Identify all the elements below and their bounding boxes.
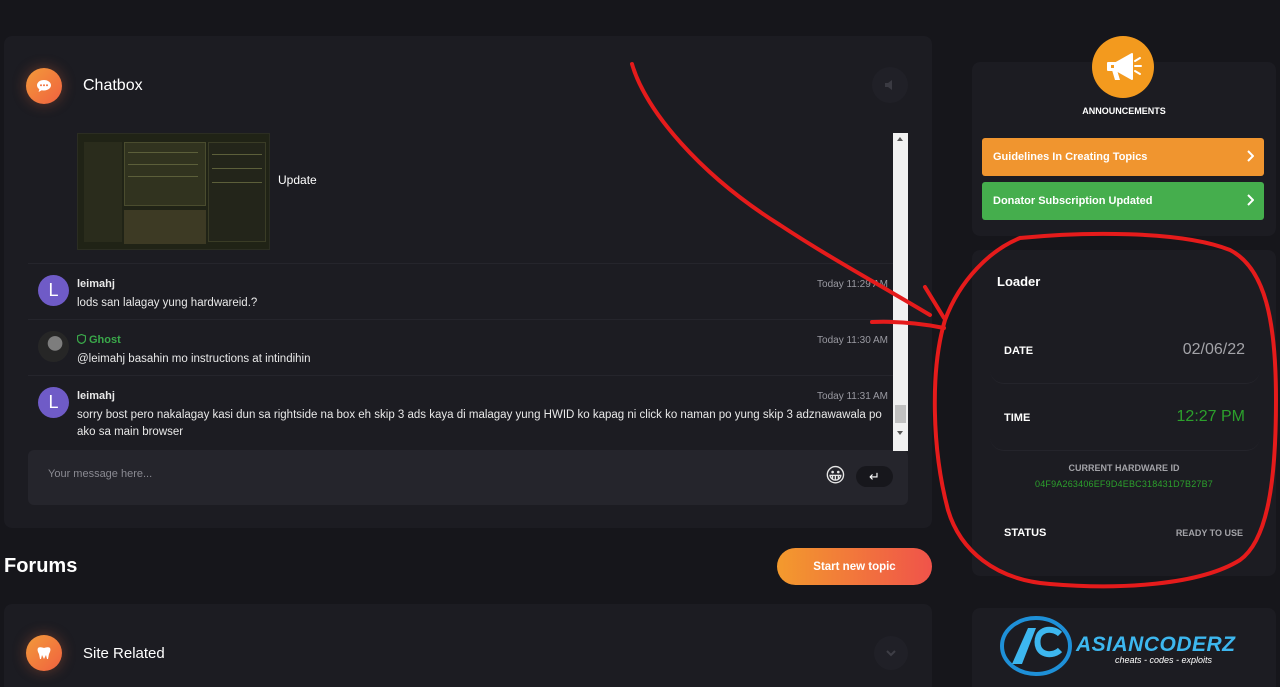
loader-title: Loader xyxy=(997,274,1041,289)
megaphone-icon xyxy=(1092,36,1154,98)
chevron-right-icon xyxy=(1247,150,1254,162)
date-row: DATE 02/06/22 xyxy=(990,318,1260,384)
message-text: @leimahj basahin mo instructions at inti… xyxy=(77,353,311,365)
chatbox-panel: Chatbox Update L leimahj Today 11:29 AM … xyxy=(4,36,932,528)
loader-panel: Loader DATE 02/06/22 TIME 12:27 PM CURRE… xyxy=(972,250,1276,576)
scroll-up-arrow-icon[interactable] xyxy=(897,137,903,141)
announcements-panel: ANNOUNCEMENTS Guidelines In Creating Top… xyxy=(972,36,1276,236)
avatar[interactable] xyxy=(38,331,69,362)
logo-tagline: cheats - codes - exploits xyxy=(1115,655,1213,665)
chat-messages[interactable]: Update L leimahj Today 11:29 AM lods san… xyxy=(28,133,908,451)
avatar[interactable]: L xyxy=(38,387,69,418)
send-button[interactable]: ↵ xyxy=(856,466,893,487)
status-value: READY TO USE xyxy=(1175,528,1243,538)
chat-scrollbar[interactable] xyxy=(893,133,908,451)
message-username[interactable]: leimahj xyxy=(77,278,115,290)
chat-input-bar: 😀 ↵ xyxy=(28,450,908,505)
forum-category-title[interactable]: Site Related xyxy=(83,645,165,662)
forums-heading: Forums xyxy=(4,555,78,577)
avatar[interactable]: L xyxy=(38,275,69,306)
hwid-value: 04F9A263406EF9D4EBC318431D7B27B7 xyxy=(1034,479,1214,489)
tooth-icon xyxy=(26,635,62,671)
time-row: TIME 12:27 PM xyxy=(990,385,1260,451)
chat-message-input[interactable] xyxy=(48,468,748,480)
chevron-down-icon xyxy=(886,649,896,656)
announcements-label: ANNOUNCEMENTS xyxy=(1082,106,1166,116)
start-new-topic-button[interactable]: Start new topic xyxy=(777,548,932,585)
status-label: STATUS xyxy=(1004,527,1047,539)
chevron-right-icon xyxy=(1247,194,1254,206)
chat-bubble-icon xyxy=(26,68,62,104)
chatbox-title: Chatbox xyxy=(83,77,143,94)
speaker-icon xyxy=(885,80,892,90)
collapse-toggle-button[interactable] xyxy=(874,636,908,670)
mute-sound-button[interactable] xyxy=(872,67,908,103)
chat-message: L leimahj Today 11:29 AM lods san lalaga… xyxy=(38,275,888,325)
asiancoderz-logo-icon xyxy=(1000,616,1072,676)
message-text: sorry bost pero nakalagay kasi dun sa ri… xyxy=(77,409,882,438)
announcement-link[interactable]: Guidelines In Creating Topics xyxy=(982,138,1264,176)
message-text: lods san lalagay yung hardwareid.? xyxy=(77,297,258,309)
scroll-down-arrow-icon[interactable] xyxy=(897,431,903,435)
announcement-label: Donator Subscription Updated xyxy=(993,195,1153,207)
chatbox-header: Chatbox xyxy=(26,68,143,104)
message-username[interactable]: Ghost xyxy=(76,333,121,346)
shared-image[interactable] xyxy=(77,133,270,250)
shield-icon xyxy=(76,333,87,345)
chat-message: Ghost Today 11:30 AM @leimahj basahin mo… xyxy=(38,331,888,381)
hwid-label: CURRENT HARDWARE ID xyxy=(1068,463,1180,473)
date-label: DATE xyxy=(1004,345,1034,357)
time-label: TIME xyxy=(1004,412,1031,424)
chat-message: L leimahj Today 11:31 AM sorry bost pero… xyxy=(38,387,888,447)
announcement-link[interactable]: Donator Subscription Updated xyxy=(982,182,1264,220)
divider xyxy=(28,375,894,376)
forum-category-header[interactable]: Site Related xyxy=(26,635,165,671)
date-value: 02/06/22 xyxy=(1182,341,1245,358)
scrollbar-thumb[interactable] xyxy=(895,405,906,423)
logo-wordmark: ASIANCODERZ xyxy=(1076,633,1236,656)
message-time: Today 11:30 AM xyxy=(817,335,888,346)
announcement-label: Guidelines In Creating Topics xyxy=(993,151,1148,163)
time-value: 12:27 PM xyxy=(1176,408,1245,425)
sponsor-logo-panel[interactable]: ASIANCODERZ cheats - codes - exploits xyxy=(972,608,1276,687)
message-time: Today 11:29 AM xyxy=(817,279,888,290)
emoji-picker-icon[interactable]: 😀 xyxy=(825,465,846,487)
message-time: Today 11:31 AM xyxy=(817,391,888,402)
message-username[interactable]: leimahj xyxy=(77,390,115,402)
forum-category-panel: Site Related xyxy=(4,604,932,687)
message-username-text: Ghost xyxy=(89,334,121,346)
divider xyxy=(28,319,894,320)
divider xyxy=(28,263,894,264)
image-caption: Update xyxy=(278,173,317,187)
